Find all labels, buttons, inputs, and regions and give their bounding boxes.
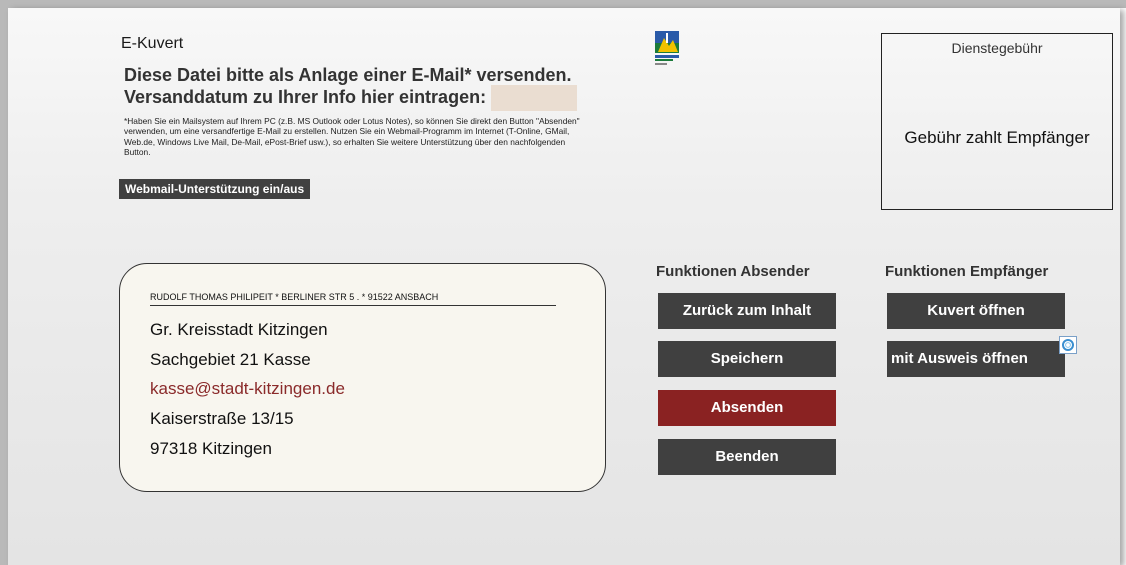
webmail-toggle-button[interactable]: Webmail-Unterstützung ein/aus: [119, 179, 311, 199]
recipient-city: 97318 Kitzingen: [150, 439, 272, 458]
instruction-line-2: Versanddatum zu Ihrer Info hier eintrage…: [124, 87, 487, 107]
footnote-text: *Haben Sie ein Mailsystem auf Ihrem PC (…: [124, 116, 580, 158]
recipient-name: Gr. Kreisstadt Kitzingen: [150, 320, 328, 339]
fee-box: Dienstegebühr Gebühr zahlt Empfänger: [881, 33, 1113, 210]
instruction-line-1: Diese Datei bitte als Anlage einer E-Mai…: [124, 65, 572, 85]
fee-value: Gebühr zahlt Empfänger: [904, 128, 1090, 147]
kitzingen-logo-icon: [653, 30, 681, 68]
sender-line: RUDOLF THOMAS PHILIPEIT * BERLINER STR 5…: [150, 292, 556, 306]
envelope-page: E-Kuvert Diese Datei bitte als Anlage ei…: [8, 8, 1120, 565]
refresh-icon[interactable]: [1059, 336, 1077, 354]
open-with-id-button[interactable]: mit Ausweis öffnen: [887, 341, 1065, 377]
open-envelope-button[interactable]: Kuvert öffnen: [887, 293, 1065, 329]
recipient-street: Kaiserstraße 13/15: [150, 409, 294, 428]
back-to-content-button[interactable]: Zurück zum Inhalt: [658, 293, 836, 329]
save-button[interactable]: Speichern: [658, 341, 836, 377]
quit-button[interactable]: Beenden: [658, 439, 836, 475]
send-date-input[interactable]: [491, 85, 577, 111]
sender-functions-heading: Funktionen Absender: [656, 263, 810, 280]
window-frame-left: [0, 0, 8, 565]
send-button[interactable]: Absenden: [658, 390, 836, 426]
recipient-email[interactable]: kasse@stadt-kitzingen.de: [150, 379, 345, 399]
recipient-functions-heading: Funktionen Empfänger: [885, 263, 1049, 280]
window-frame-top: [0, 0, 1126, 8]
address-window: RUDOLF THOMAS PHILIPEIT * BERLINER STR 5…: [119, 263, 606, 492]
fee-label: Dienstegebühr: [951, 40, 1043, 56]
page-title: E-Kuvert: [121, 35, 184, 52]
recipient-department: Sachgebiet 21 Kasse: [150, 350, 311, 369]
